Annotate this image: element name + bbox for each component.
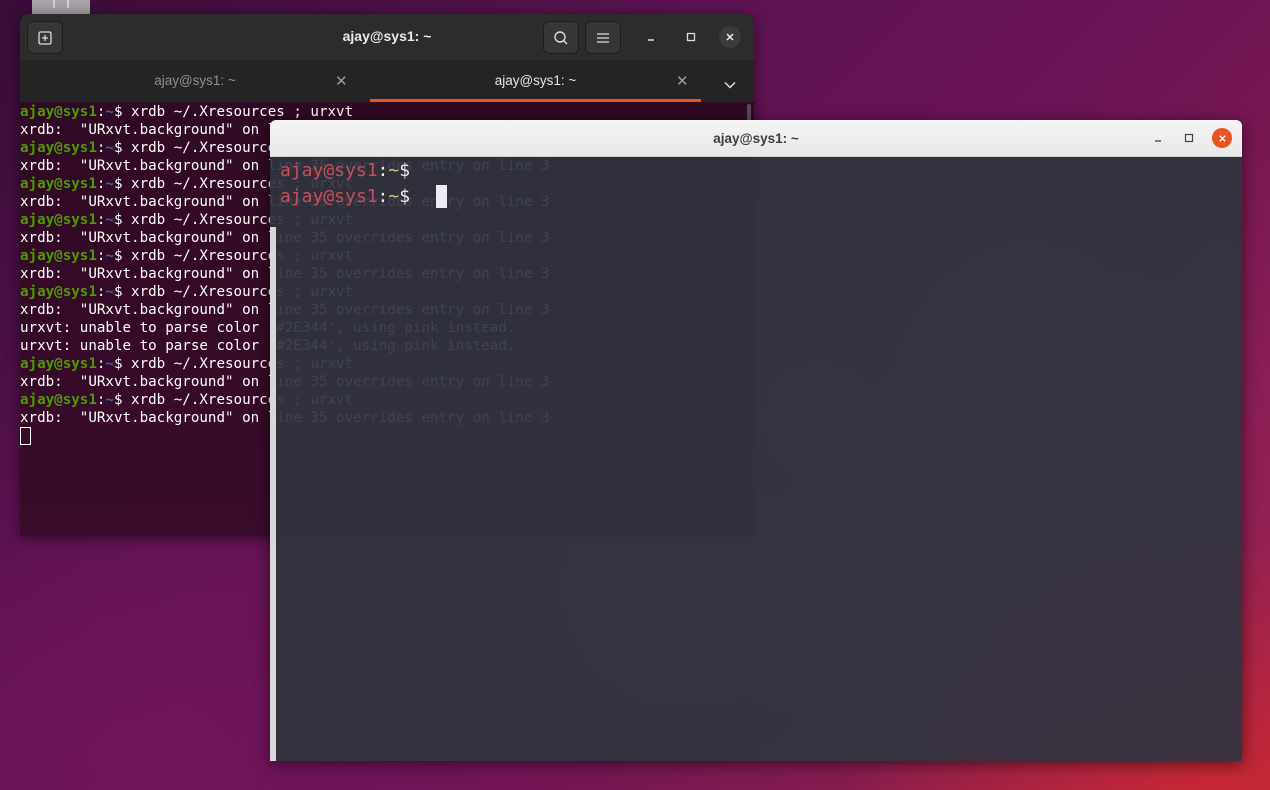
tab-close-icon[interactable]: ✕ <box>335 72 348 90</box>
tab-bar: ajay@sys1: ~ ✕ ajay@sys1: ~ ✕ <box>20 60 754 102</box>
prompt-user: ajay@sys1 <box>20 284 97 300</box>
prompt-path: ~ <box>388 186 400 207</box>
prompt-path: ~ <box>105 284 114 300</box>
tab-label: ajay@sys1: ~ <box>494 73 577 88</box>
urxvt-prompt-line: ajay@sys1:~$ <box>280 159 421 183</box>
tab-2[interactable]: ajay@sys1: ~ ✕ <box>370 60 701 102</box>
window-title: ajay@sys1: ~ <box>713 131 799 146</box>
command-text: $ xrdb ~/.Xresources ; urxvt <box>113 104 354 120</box>
prompt-user: ajay@sys1 <box>20 356 97 372</box>
prompt-separator: : <box>377 186 389 207</box>
prompt-path: ~ <box>105 248 114 264</box>
prompt-symbol: $ <box>399 186 421 207</box>
scrollbar[interactable] <box>270 227 276 761</box>
terminal-line: ajay@sys1:~$ xrdb ~/.Xresources ; urxvt <box>20 103 353 121</box>
close-icon <box>726 33 734 41</box>
prompt-user: ajay@sys1 <box>20 104 97 120</box>
minimize-button[interactable] <box>1148 128 1168 148</box>
terminal-cursor <box>436 185 447 208</box>
prompt-path: ~ <box>105 104 114 120</box>
prompt-path: ~ <box>105 140 114 156</box>
gnome-terminal-headerbar[interactable]: ajay@sys1: ~ <box>20 14 754 60</box>
minimize-button[interactable] <box>640 26 662 48</box>
chevron-down-icon <box>724 81 736 89</box>
close-button[interactable] <box>719 26 741 48</box>
tab-1[interactable]: ajay@sys1: ~ ✕ <box>20 60 370 102</box>
prompt-user: ajay@sys1 <box>20 248 97 264</box>
prompt-separator: : <box>377 160 389 181</box>
search-button[interactable] <box>543 21 579 54</box>
menu-button[interactable] <box>585 21 621 54</box>
prompt-path: ~ <box>105 392 114 408</box>
urxvt-titlebar[interactable]: ajay@sys1: ~ <box>270 120 1242 157</box>
tab-close-icon[interactable]: ✕ <box>676 72 689 90</box>
maximize-button[interactable] <box>680 26 702 48</box>
search-icon <box>554 30 568 45</box>
maximize-button[interactable] <box>1179 128 1199 148</box>
terminal-cursor <box>20 427 31 445</box>
tab-list-button[interactable] <box>724 74 736 93</box>
prompt-path: ~ <box>388 160 400 181</box>
tab-label: ajay@sys1: ~ <box>154 73 236 88</box>
minimize-icon <box>648 39 654 41</box>
minimize-icon <box>1155 140 1161 142</box>
prompt-user: ajay@sys1 <box>280 160 378 181</box>
maximize-icon <box>686 32 696 42</box>
hamburger-menu-icon <box>597 32 609 43</box>
urxvt-window[interactable]: ajay@sys1: ~ ajay@sys1:~$ ajay@sys1:~$ <box>270 120 1242 761</box>
prompt-user: ajay@sys1 <box>20 392 97 408</box>
prompt-path: ~ <box>105 356 114 372</box>
close-icon <box>1218 134 1226 142</box>
prompt-user: ajay@sys1 <box>20 212 97 228</box>
maximize-icon <box>1184 133 1194 143</box>
urxvt-prompt-line: ajay@sys1:~$ <box>280 185 421 209</box>
prompt-path: ~ <box>105 212 114 228</box>
prompt-symbol: $ <box>399 160 421 181</box>
close-button[interactable] <box>1212 128 1232 148</box>
prompt-user: ajay@sys1 <box>20 176 97 192</box>
urxvt-output[interactable]: ajay@sys1:~$ ajay@sys1:~$ <box>270 157 1242 761</box>
prompt-user: ajay@sys1 <box>20 140 97 156</box>
prompt-path: ~ <box>105 176 114 192</box>
prompt-user: ajay@sys1 <box>280 186 378 207</box>
